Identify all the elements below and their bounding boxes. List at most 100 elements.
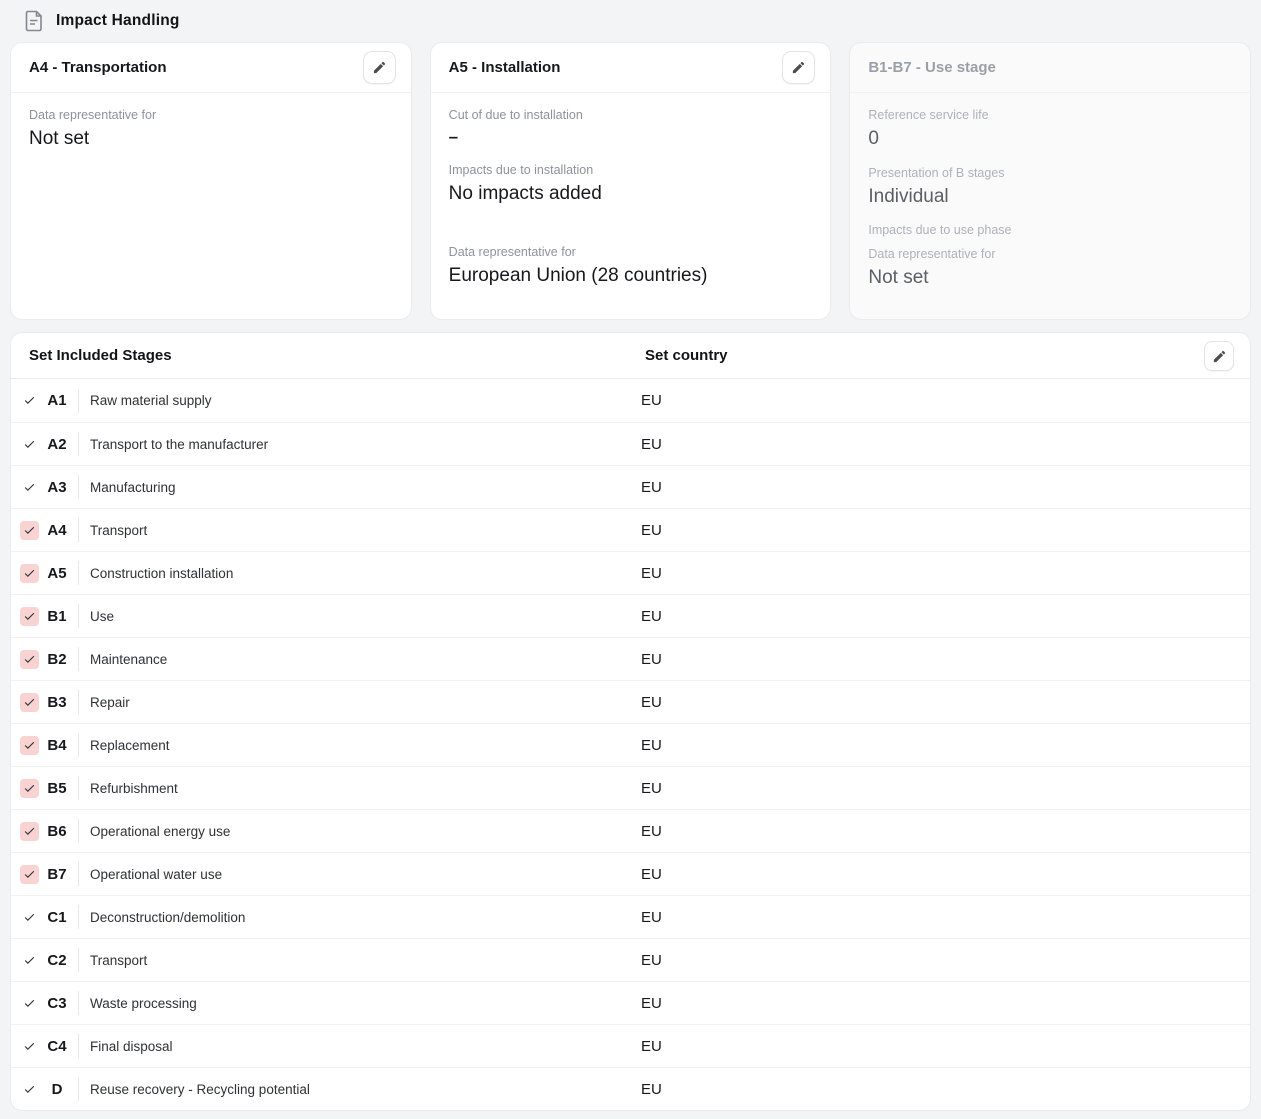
stage-checkbox[interactable] <box>20 478 39 497</box>
stage-checkbox[interactable] <box>20 391 39 410</box>
stage-name: Deconstruction/demolition <box>90 910 245 925</box>
check-icon <box>23 394 36 407</box>
stage-checkbox[interactable] <box>20 650 39 669</box>
stage-country: EU <box>641 737 662 754</box>
check-icon <box>23 739 36 752</box>
stage-checkbox[interactable] <box>20 435 39 454</box>
stage-country: EU <box>641 866 662 883</box>
field-label: Impacts due to installation <box>449 163 813 177</box>
stage-country: EU <box>641 823 662 840</box>
field-impacts-use-phase: Impacts due to use phase <box>868 223 1232 237</box>
field-presentation-b-stages: Presentation of B stages Individual <box>868 166 1232 210</box>
table-row: A1 Raw material supply EU <box>11 379 1250 422</box>
table-row: C2 Transport EU <box>11 938 1250 981</box>
table-row: B1 Use EU <box>11 594 1250 637</box>
stage-country: EU <box>641 952 662 969</box>
stage-code: A2 <box>42 436 72 453</box>
stage-checkbox[interactable] <box>20 521 39 540</box>
stage-checkbox[interactable] <box>20 822 39 841</box>
column-divider <box>78 1077 79 1101</box>
check-icon <box>23 696 36 709</box>
pencil-icon <box>791 60 806 75</box>
stage-name: Repair <box>90 695 130 710</box>
stage-code: B6 <box>42 823 72 840</box>
column-divider <box>78 991 79 1015</box>
check-icon <box>23 825 36 838</box>
check-icon <box>23 782 36 795</box>
stage-name: Maintenance <box>90 652 167 667</box>
column-divider <box>78 819 79 843</box>
check-icon <box>23 524 36 537</box>
stage-country: EU <box>641 608 662 625</box>
pencil-icon <box>1212 349 1227 364</box>
check-icon <box>23 868 36 881</box>
stage-name: Operational water use <box>90 867 222 882</box>
stage-code: A5 <box>42 565 72 582</box>
stage-name: Transport <box>90 523 147 538</box>
stage-checkbox[interactable] <box>20 865 39 884</box>
table-row: B6 Operational energy use EU <box>11 809 1250 852</box>
column-divider <box>78 561 79 585</box>
stage-checkbox[interactable] <box>20 994 39 1013</box>
edit-a5-button[interactable] <box>782 51 815 84</box>
stage-country: EU <box>641 995 662 1012</box>
stage-code: B5 <box>42 780 72 797</box>
field-data-representative: Data representative for Not set <box>868 247 1232 291</box>
field-cut-off: Cut of due to installation – <box>449 108 813 149</box>
field-value: – <box>449 126 813 149</box>
stage-code: B1 <box>42 608 72 625</box>
edit-a4-button[interactable] <box>363 51 396 84</box>
stage-name: Replacement <box>90 738 170 753</box>
field-value: Not set <box>29 126 393 152</box>
table-row: D Reuse recovery - Recycling potential E… <box>11 1067 1250 1110</box>
stage-name: Manufacturing <box>90 480 176 495</box>
stage-checkbox[interactable] <box>20 693 39 712</box>
stage-name: Final disposal <box>90 1039 173 1054</box>
stage-code: A1 <box>42 392 72 409</box>
table-row: A3 Manufacturing EU <box>11 465 1250 508</box>
field-label: Impacts due to use phase <box>868 223 1232 237</box>
check-icon <box>23 954 36 967</box>
stage-checkbox[interactable] <box>20 607 39 626</box>
stage-name: Use <box>90 609 114 624</box>
stage-checkbox[interactable] <box>20 908 39 927</box>
card-title: A5 - Installation <box>449 59 561 76</box>
field-label: Data representative for <box>868 247 1232 261</box>
column-divider <box>78 862 79 886</box>
stage-checkbox[interactable] <box>20 951 39 970</box>
edit-stages-button[interactable] <box>1204 341 1234 371</box>
column-divider <box>78 389 79 413</box>
stage-checkbox[interactable] <box>20 736 39 755</box>
column-divider <box>78 604 79 628</box>
check-icon <box>23 1083 36 1096</box>
stage-code: C4 <box>42 1038 72 1055</box>
table-row: B2 Maintenance EU <box>11 637 1250 680</box>
table-row: B7 Operational water use EU <box>11 852 1250 895</box>
check-icon <box>23 911 36 924</box>
column-divider <box>78 905 79 929</box>
field-impacts-installation: Impacts due to installation No impacts a… <box>449 163 813 207</box>
stage-checkbox[interactable] <box>20 779 39 798</box>
card-body: Data representative for Not set <box>11 93 411 167</box>
card-title: A4 - Transportation <box>29 59 167 76</box>
card-a4-transportation: A4 - Transportation Data representative … <box>10 42 412 320</box>
card-body: Cut of due to installation – Impacts due… <box>431 93 831 303</box>
check-icon <box>23 481 36 494</box>
check-icon <box>23 997 36 1010</box>
card-header: A4 - Transportation <box>11 43 411 93</box>
card-body: Reference service life 0 Presentation of… <box>850 93 1250 306</box>
stage-checkbox[interactable] <box>20 564 39 583</box>
check-icon <box>23 438 36 451</box>
stage-country: EU <box>641 1038 662 1055</box>
field-data-representative: Data representative for Not set <box>29 108 393 152</box>
stage-code: B3 <box>42 694 72 711</box>
stage-code: B7 <box>42 866 72 883</box>
page-title: Impact Handling <box>56 12 180 30</box>
stage-checkbox[interactable] <box>20 1037 39 1056</box>
table-row: A2 Transport to the manufacturer EU <box>11 422 1250 465</box>
card-title: B1-B7 - Use stage <box>868 59 996 76</box>
check-icon <box>23 610 36 623</box>
stage-country: EU <box>641 651 662 668</box>
stage-checkbox[interactable] <box>20 1080 39 1099</box>
stage-code: B2 <box>42 651 72 668</box>
